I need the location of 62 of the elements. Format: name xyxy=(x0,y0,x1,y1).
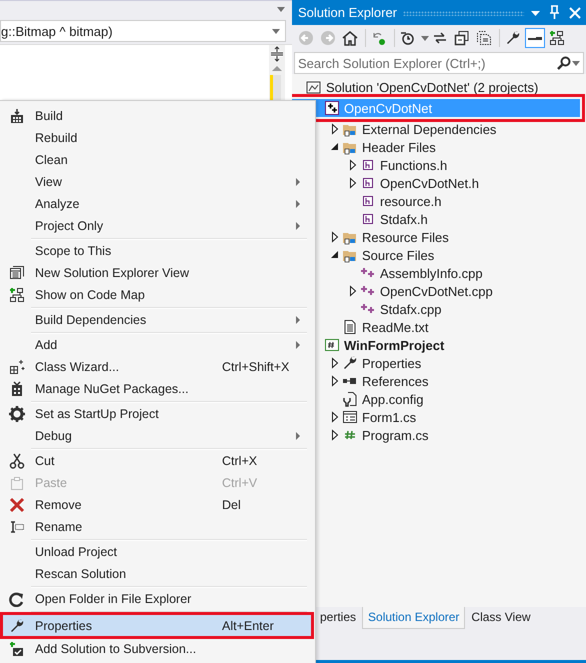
window-icon xyxy=(9,265,25,281)
panel-tab[interactable]: Class View xyxy=(465,607,537,629)
file-icon xyxy=(360,211,376,227)
dropdown-icon xyxy=(271,26,281,36)
scrollbar[interactable] xyxy=(273,75,281,100)
code-map-icon xyxy=(549,30,565,46)
wrench-icon xyxy=(9,618,25,634)
preview-button[interactable] xyxy=(525,28,545,48)
remove-icon xyxy=(9,497,25,513)
search-icon xyxy=(556,56,571,70)
form-icon xyxy=(342,409,358,425)
file-icon xyxy=(360,193,376,209)
split-icon xyxy=(269,46,285,62)
subversion-icon xyxy=(9,641,25,657)
history-icon xyxy=(400,30,416,46)
back-icon xyxy=(298,30,314,46)
menu-item[interactable]: Cut Ctrl+X xyxy=(0,450,315,472)
document-icon xyxy=(342,319,358,335)
menu-item[interactable]: Add Solution to Subversion... xyxy=(0,638,315,660)
member-dropdown[interactable]: g::Bitmap ^ bitmap) xyxy=(0,20,286,42)
panel-tab[interactable]: Solution Explorer xyxy=(362,607,466,629)
menu-item[interactable]: Remove Del xyxy=(0,494,315,516)
clipboard-icon xyxy=(9,475,25,491)
menu-item[interactable]: Properties Alt+Enter xyxy=(3,615,311,636)
sync-icon xyxy=(371,30,387,46)
home-button[interactable] xyxy=(340,28,360,48)
collapse-icon xyxy=(454,30,470,46)
tree-item[interactable]: Solution 'OpenCvDotNet' (2 projects) xyxy=(292,78,582,96)
project-icon xyxy=(324,337,340,353)
file-icon xyxy=(360,157,376,173)
project-icon xyxy=(324,100,340,116)
scroll-up-icon xyxy=(271,65,283,72)
dropdown-icon xyxy=(420,34,430,42)
files-icon xyxy=(476,30,492,46)
settings-icon xyxy=(9,406,25,422)
home-icon xyxy=(342,30,358,46)
preview-icon xyxy=(528,36,542,40)
forward-icon xyxy=(320,30,336,46)
files-button[interactable] xyxy=(474,28,494,48)
scissors-icon xyxy=(9,453,25,469)
search-field[interactable]: Search Solution Explorer (Ctrl+;) xyxy=(294,52,584,74)
refresh-icon xyxy=(432,30,448,46)
pin-icon xyxy=(547,5,562,20)
build-icon xyxy=(9,108,25,124)
dropdown-icon xyxy=(571,58,581,68)
close-icon xyxy=(568,6,582,20)
rename-icon xyxy=(9,519,25,535)
settings-icon xyxy=(505,30,521,46)
config-file-icon xyxy=(342,391,358,407)
panel-tab[interactable]: perties xyxy=(314,607,362,629)
wrench-icon xyxy=(342,355,358,371)
dropdown-icon xyxy=(276,5,286,14)
class-wizard-icon xyxy=(9,359,25,375)
code-map-icon xyxy=(9,287,25,303)
panel-title: Solution Explorer xyxy=(298,5,397,20)
menu-item[interactable]: Open Folder in File Explorer xyxy=(0,588,315,610)
menu-item[interactable]: Rescan Solution xyxy=(0,563,315,585)
menu-item[interactable]: Rename xyxy=(0,516,315,538)
code-map-button[interactable] xyxy=(547,28,567,48)
menu-item[interactable]: Unload Project xyxy=(0,541,315,563)
file-icon xyxy=(360,175,376,191)
package-icon xyxy=(9,381,25,397)
